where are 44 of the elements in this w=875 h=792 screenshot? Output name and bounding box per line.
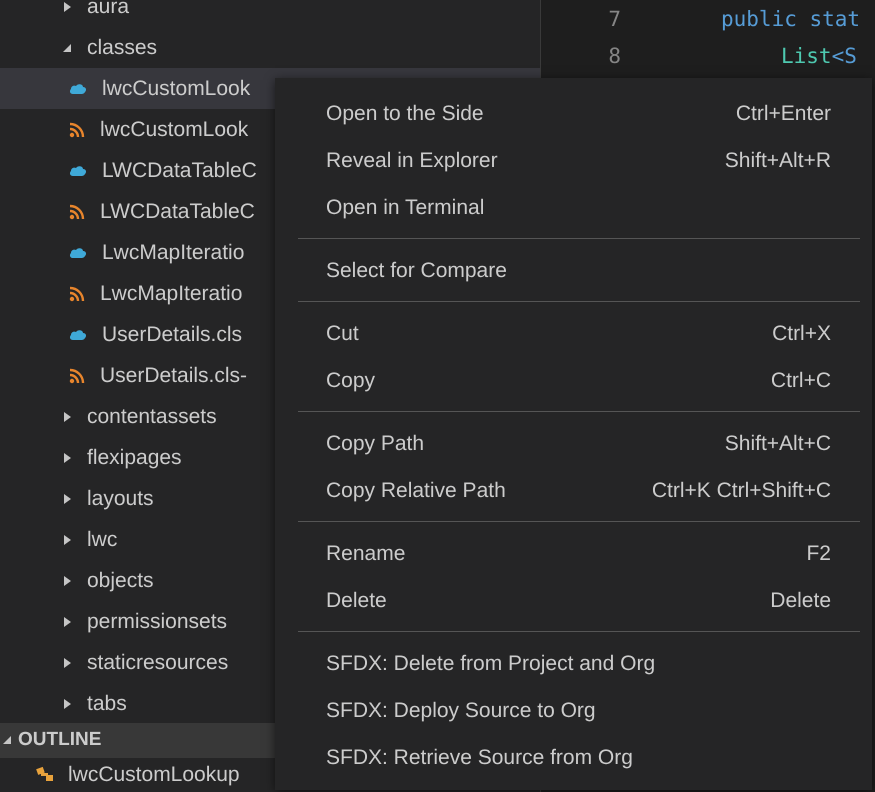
rss-icon bbox=[69, 122, 85, 138]
menu-item[interactable]: Cut Ctrl+X bbox=[275, 310, 872, 357]
file-label: UserDetails.cls- bbox=[100, 364, 248, 388]
folder-label: permissionsets bbox=[87, 610, 228, 634]
code-line: public stat bbox=[721, 6, 860, 30]
line-number: 8 bbox=[607, 44, 621, 68]
folder-label: contentassets bbox=[87, 404, 217, 428]
folder-label: flexipages bbox=[87, 446, 182, 470]
rss-icon bbox=[69, 368, 85, 384]
menu-item[interactable]: SFDX: Delete from Project and Org bbox=[275, 640, 872, 687]
rss-icon bbox=[69, 204, 85, 220]
folder-label: tabs bbox=[87, 692, 127, 716]
file-label: lwcCustomLook bbox=[100, 118, 248, 142]
outline-item[interactable]: lwcCustomLookup bbox=[68, 762, 240, 787]
folder-label: classes bbox=[87, 36, 158, 60]
cloud-icon bbox=[69, 164, 87, 176]
file-label: LwcMapIteratio bbox=[100, 282, 242, 306]
folder-label: objects bbox=[87, 568, 154, 592]
line-number: 7 bbox=[607, 6, 621, 30]
menu-item[interactable]: Reveal in Explorer Shift+Alt+R bbox=[275, 137, 872, 184]
rss-icon bbox=[69, 286, 85, 302]
file-label: LWCDataTableC bbox=[100, 200, 255, 224]
menu-item[interactable]: Delete Delete bbox=[275, 577, 872, 624]
menu-item[interactable]: Select for Compare bbox=[275, 247, 872, 294]
menu-item[interactable]: Rename F2 bbox=[275, 530, 872, 577]
cloud-icon bbox=[69, 82, 87, 94]
file-label: LWCDataTableC bbox=[102, 158, 257, 182]
menu-item[interactable]: Copy Ctrl+C bbox=[275, 357, 872, 404]
cloud-icon bbox=[69, 246, 87, 258]
blocks-icon bbox=[36, 766, 56, 784]
folder-label: aura bbox=[87, 0, 130, 18]
menu-item[interactable]: Copy Path Shift+Alt+C bbox=[275, 420, 872, 467]
file-label: lwcCustomLook bbox=[102, 76, 250, 100]
menu-item[interactable]: Open in Terminal bbox=[275, 184, 872, 231]
code-line: List<S bbox=[780, 44, 857, 68]
menu-item[interactable]: Copy Relative Path Ctrl+K Ctrl+Shift+C bbox=[275, 467, 872, 514]
folder-label: staticresources bbox=[87, 650, 228, 674]
cloud-icon bbox=[69, 328, 87, 340]
file-label: LwcMapIteratio bbox=[102, 240, 244, 264]
file-label: UserDetails.cls bbox=[102, 322, 242, 346]
folder-label: layouts bbox=[87, 486, 154, 510]
folder-label: lwc bbox=[87, 528, 118, 552]
folder-row[interactable]: classes bbox=[0, 27, 540, 68]
folder-row[interactable]: aura bbox=[0, 0, 540, 27]
